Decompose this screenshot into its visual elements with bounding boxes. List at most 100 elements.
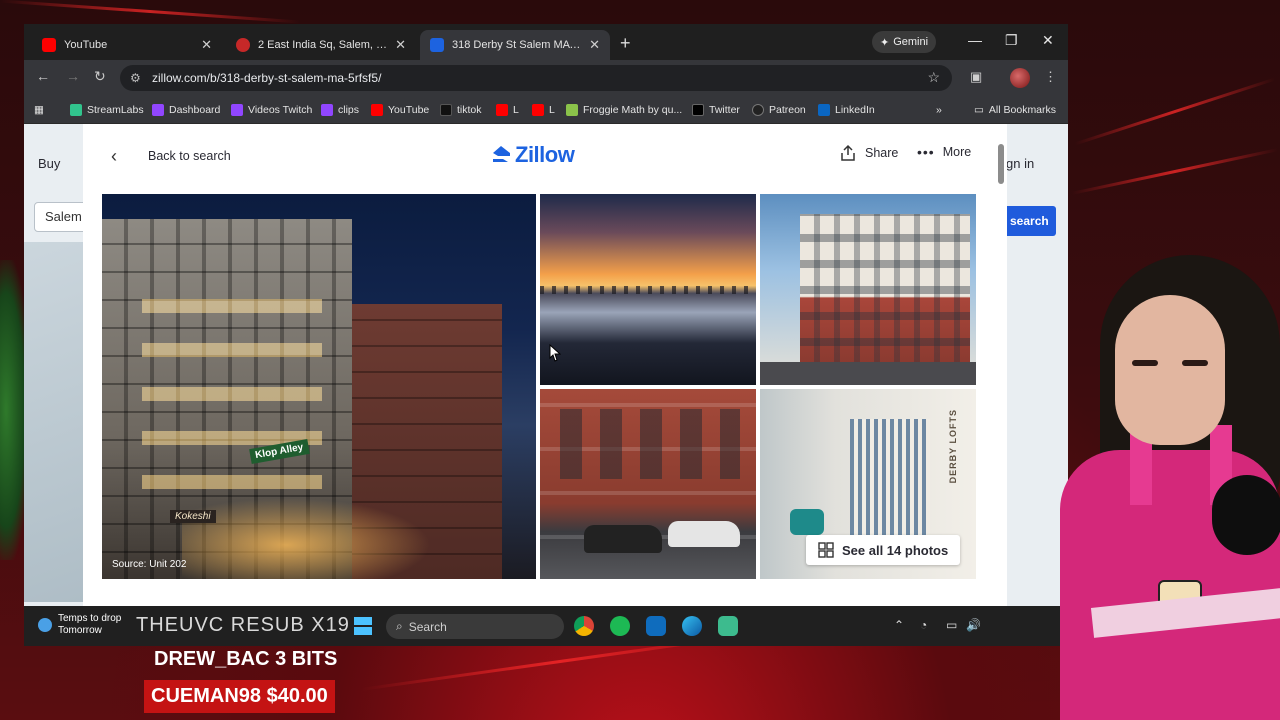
tiktok-icon bbox=[440, 104, 452, 116]
weather-line2: Tomorrow bbox=[58, 625, 102, 636]
map-area[interactable] bbox=[24, 242, 86, 602]
zillow-favicon-icon bbox=[430, 38, 444, 52]
tab-east-india-sq[interactable]: 2 East India Sq, Salem, MA 019 ✕ bbox=[226, 30, 416, 60]
see-all-label: See all 14 photos bbox=[842, 542, 949, 558]
harbor-sunset-photo[interactable] bbox=[540, 194, 756, 385]
bookmark-patreon[interactable]: Patreon bbox=[752, 102, 806, 118]
weather-widget[interactable]: Temps to drop Tomorrow bbox=[38, 613, 121, 637]
web-page: Buy Salem gn in search ‹ Back to search … bbox=[24, 124, 1068, 606]
nav-buy-link[interactable]: Buy bbox=[38, 156, 60, 171]
photo-source-caption: Source: Unit 202 bbox=[112, 559, 187, 570]
parked-car-white bbox=[668, 521, 740, 547]
share-label: Share bbox=[865, 146, 899, 160]
site-info-icon[interactable]: ⚙ bbox=[130, 71, 141, 85]
back-arrow-icon[interactable]: ← bbox=[36, 68, 50, 84]
more-button[interactable]: ••• More bbox=[917, 144, 971, 160]
weather-icon bbox=[38, 618, 52, 632]
minimize-button[interactable]: — bbox=[968, 32, 982, 48]
search-button[interactable]: search bbox=[1004, 206, 1056, 236]
youtube-favicon-icon bbox=[42, 38, 56, 52]
chevron-left-icon[interactable]: ‹ bbox=[111, 146, 117, 167]
eye bbox=[1132, 360, 1158, 366]
profile-avatar[interactable] bbox=[1010, 68, 1030, 88]
tab-zillow-derby-st[interactable]: 318 Derby St Salem MA | Zillow ✕ bbox=[420, 30, 610, 60]
zillow-z-icon bbox=[493, 146, 510, 162]
bookmark-videos-twitch[interactable]: Videos Twitch bbox=[231, 102, 312, 118]
gemini-button[interactable]: ✦ Gemini bbox=[872, 31, 937, 53]
back-to-search-link[interactable]: Back to search bbox=[148, 149, 231, 163]
chrome-icon[interactable] bbox=[574, 616, 594, 636]
ellipsis-icon: ••• bbox=[917, 144, 935, 160]
zillow-logo[interactable]: Zillow bbox=[491, 142, 575, 168]
road bbox=[760, 362, 976, 385]
tab-bar: YouTube ✕ 2 East India Sq, Salem, MA 019… bbox=[24, 24, 1068, 60]
network-icon[interactable]: ◔ bbox=[920, 618, 927, 632]
all-bookmarks-folder[interactable]: ▭ All Bookmarks bbox=[974, 102, 1056, 118]
folder-icon: ▭ bbox=[974, 104, 984, 116]
youtube-icon bbox=[496, 104, 508, 116]
close-icon[interactable]: ✕ bbox=[589, 37, 600, 53]
close-icon[interactable]: ✕ bbox=[201, 37, 212, 53]
close-window-button[interactable]: ✕ bbox=[1042, 32, 1054, 49]
sign-in-link[interactable]: gn in bbox=[1006, 156, 1034, 171]
bookmark-froggie-math[interactable]: Froggie Math by qu... bbox=[566, 102, 682, 118]
wall-panel bbox=[850, 419, 930, 549]
brick-entrance-photo[interactable] bbox=[540, 389, 756, 579]
windows-row bbox=[560, 409, 740, 479]
bookmark-clips[interactable]: clips bbox=[321, 102, 359, 118]
windows-start-icon[interactable] bbox=[354, 617, 372, 635]
bookmark-streamlabs[interactable]: StreamLabs bbox=[70, 102, 144, 118]
side-panel-icon[interactable]: ▣ bbox=[970, 69, 982, 85]
tray-chevron-icon[interactable]: ⌃ bbox=[894, 618, 904, 632]
bookmark-twitter[interactable]: Twitter bbox=[692, 102, 740, 118]
reload-icon[interactable]: ↻ bbox=[94, 68, 106, 85]
share-button[interactable]: Share bbox=[839, 144, 898, 162]
see-all-photos-button[interactable]: See all 14 photos bbox=[806, 535, 961, 565]
restore-button[interactable]: ❐ bbox=[1005, 32, 1018, 49]
display-icon[interactable]: ▭ bbox=[946, 618, 957, 632]
bookmark-youtube-l2[interactable]: L bbox=[532, 102, 555, 118]
forward-arrow-icon[interactable]: → bbox=[66, 68, 80, 84]
listing-photo-modal: ‹ Back to search Zillow Share ••• More K… bbox=[83, 124, 1007, 606]
tab-youtube[interactable]: YouTube ✕ bbox=[32, 30, 222, 60]
bookmark-youtube[interactable]: YouTube bbox=[371, 102, 429, 118]
more-bookmarks-chevron-icon[interactable]: » bbox=[936, 102, 942, 118]
bookmark-star-icon[interactable]: ☆ bbox=[927, 69, 940, 86]
microphone bbox=[1212, 475, 1280, 555]
browser-window: YouTube ✕ 2 East India Sq, Salem, MA 019… bbox=[24, 24, 1068, 606]
listing-favicon-icon bbox=[236, 38, 250, 52]
address-bar[interactable]: ⚙ zillow.com/b/318-derby-st-salem-ma-5rf… bbox=[120, 65, 952, 91]
bookmark-tiktok[interactable]: tiktok bbox=[440, 102, 482, 118]
tab-label: 318 Derby St Salem MA | Zillow bbox=[452, 39, 581, 51]
window-glow bbox=[142, 299, 322, 519]
sparkle-icon: ✦ bbox=[880, 36, 890, 49]
patreon-icon bbox=[752, 104, 764, 116]
parked-car-dark bbox=[584, 525, 662, 553]
new-tab-button[interactable]: + bbox=[620, 33, 631, 54]
webcam-streamer bbox=[1040, 250, 1280, 720]
bookmark-linkedin[interactable]: LinkedIn bbox=[818, 102, 875, 118]
bookmark-dashboard[interactable]: Dashboard bbox=[152, 102, 220, 118]
building-exterior bbox=[800, 214, 970, 364]
x-icon bbox=[692, 104, 704, 116]
volume-icon[interactable]: 🔊 bbox=[966, 618, 981, 632]
kebab-menu-icon[interactable]: ⋮ bbox=[1044, 69, 1057, 85]
grid-icon bbox=[818, 542, 834, 558]
notepad-icon[interactable] bbox=[718, 616, 738, 636]
outlook-icon[interactable] bbox=[646, 616, 666, 636]
close-icon[interactable]: ✕ bbox=[395, 37, 406, 53]
browser-toolbar: ← → ↻ ⚙ zillow.com/b/318-derby-st-salem-… bbox=[24, 60, 1068, 96]
streamlabs-icon bbox=[70, 104, 82, 116]
bookmark-youtube-l1[interactable]: L bbox=[496, 102, 519, 118]
main-building-photo[interactable]: Klop Alley Kokeshi Source: Unit 202 bbox=[102, 194, 536, 579]
apps-grid-icon[interactable]: ▦ bbox=[34, 102, 44, 118]
weather-line1: Temps to drop bbox=[58, 613, 122, 624]
spotify-icon[interactable] bbox=[610, 616, 630, 636]
scrollbar-thumb[interactable] bbox=[998, 144, 1004, 184]
taskbar-search-box[interactable]: ⌕ Search bbox=[386, 614, 564, 639]
edge-icon[interactable] bbox=[682, 616, 702, 636]
froggie-icon bbox=[566, 104, 578, 116]
twitch-icon bbox=[231, 104, 243, 116]
twitch-icon bbox=[321, 104, 333, 116]
exterior-daytime-photo[interactable] bbox=[760, 194, 976, 385]
